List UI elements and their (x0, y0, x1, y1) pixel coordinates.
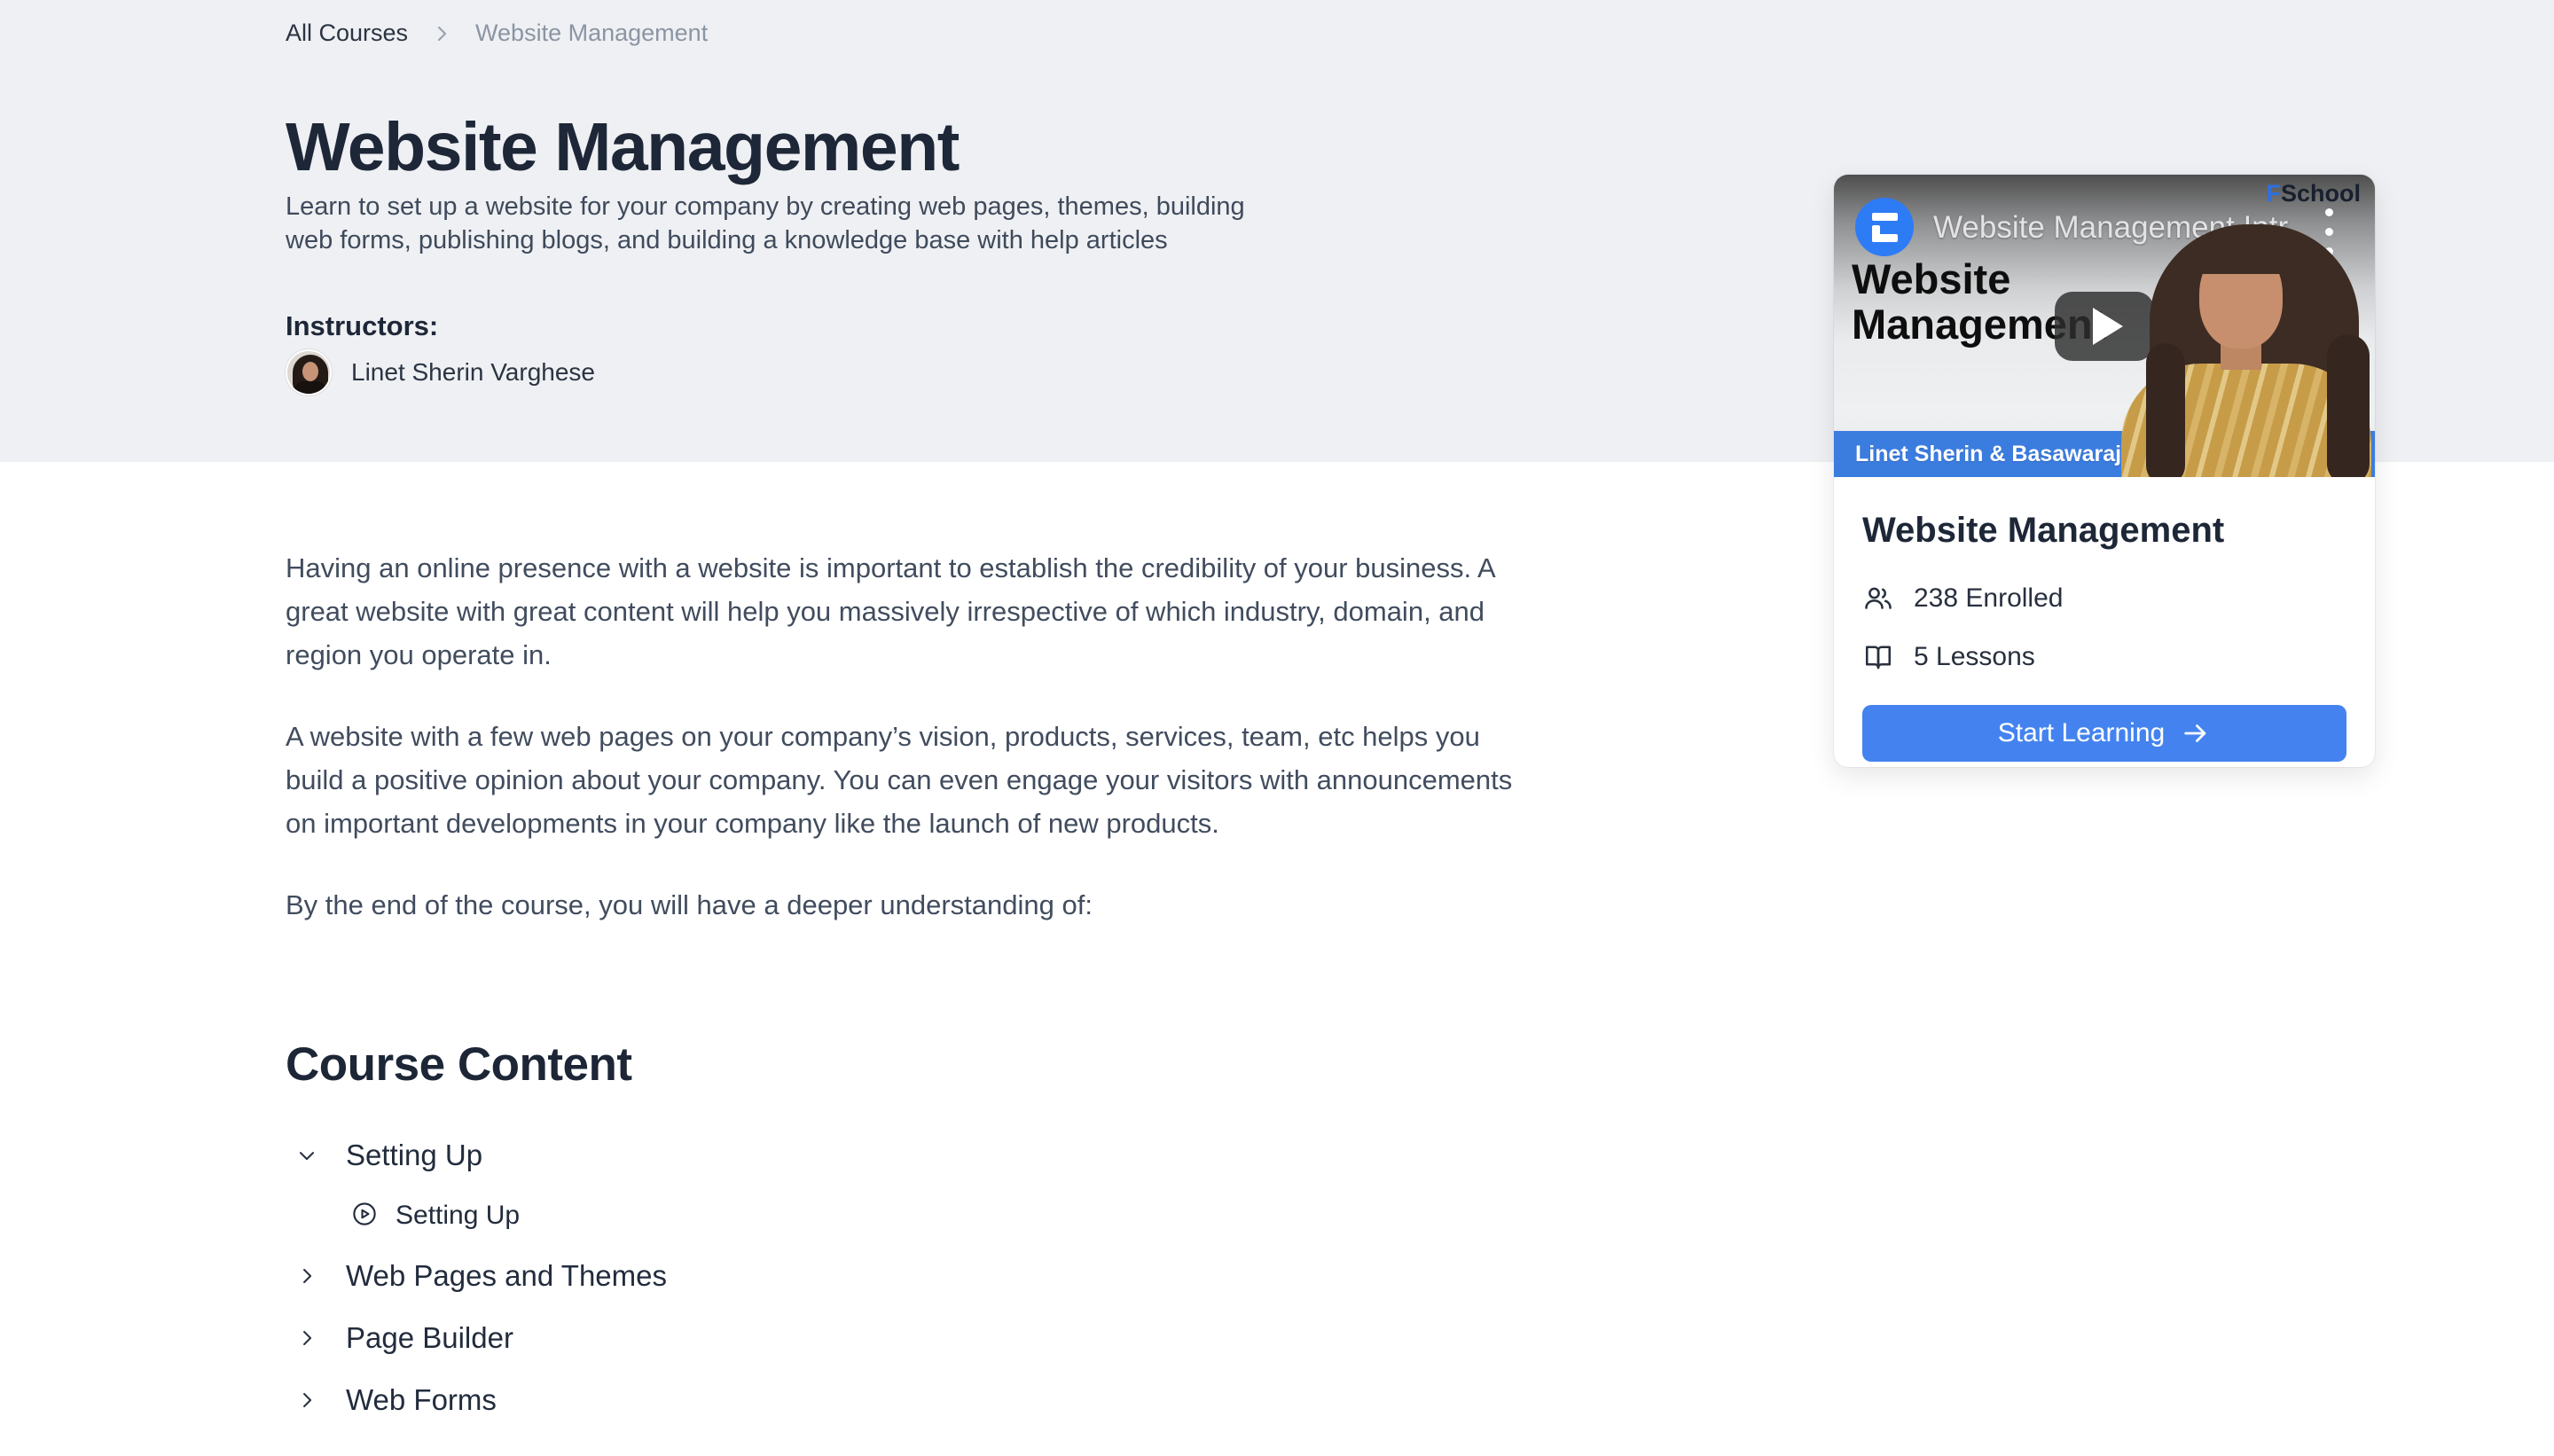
start-learning-label: Start Learning (1998, 718, 2165, 748)
chevron-down-icon (294, 1143, 319, 1168)
lesson-row-setting-up[interactable]: Setting Up (286, 1186, 1616, 1245)
presenter-photo (2109, 175, 2375, 477)
course-card-info: Website Management 238 Enrolled 5 Lesson… (1834, 477, 2375, 762)
course-card-title: Website Management (1862, 511, 2346, 551)
course-content-accordion: Setting Up Setting Up Web Pages and Them… (286, 1124, 1616, 1431)
channel-logo-icon (1855, 198, 1914, 256)
users-icon (1862, 583, 1894, 614)
play-circle-icon (351, 1201, 378, 1232)
section-title: Web Forms (346, 1383, 497, 1417)
section-row-page-builder[interactable]: Page Builder (286, 1307, 1616, 1369)
book-icon (1862, 641, 1894, 673)
chevron-right-icon (294, 1326, 319, 1350)
instructor-avatar (286, 349, 332, 395)
instructor-row: Linet Sherin Varghese (286, 349, 595, 395)
about-section: Having an online presence with a website… (286, 546, 1536, 965)
lesson-title: Setting Up (396, 1201, 520, 1231)
lessons-count: 5 Lessons (1914, 642, 2035, 672)
section-title: Setting Up (346, 1139, 482, 1172)
about-paragraph: By the end of the course, you will have … (286, 883, 1536, 927)
course-card: Website Management Intr... FSchool Websi… (1834, 175, 2375, 767)
enrolled-row: 238 Enrolled (1862, 583, 2346, 614)
section-title: Page Builder (346, 1321, 513, 1355)
arrow-right-icon (2181, 718, 2211, 748)
course-description: Learn to set up a website for your compa… (286, 190, 1274, 257)
breadcrumb-chevron-icon (431, 23, 452, 44)
section-row-web-pages-themes[interactable]: Web Pages and Themes (286, 1245, 1616, 1307)
section-title: Web Pages and Themes (346, 1259, 667, 1293)
video-thumbnail[interactable]: Website Management Intr... FSchool Websi… (1834, 175, 2375, 477)
page-title: Website Management (286, 108, 959, 187)
about-paragraph: A website with a few web pages on your c… (286, 715, 1536, 845)
section-row-setting-up[interactable]: Setting Up (286, 1124, 1616, 1186)
chevron-right-icon (294, 1388, 319, 1413)
section-row-web-forms[interactable]: Web Forms (286, 1369, 1616, 1431)
instructors-label: Instructors: (286, 310, 438, 342)
lessons-row: 5 Lessons (1862, 641, 2346, 673)
instructor-name: Linet Sherin Varghese (351, 358, 595, 387)
breadcrumb-current: Website Management (475, 20, 708, 47)
chevron-right-icon (294, 1264, 319, 1288)
breadcrumb-all-courses-link[interactable]: All Courses (286, 20, 408, 47)
start-learning-button[interactable]: Start Learning (1862, 705, 2346, 762)
breadcrumb: All Courses Website Management (286, 20, 708, 47)
course-content-heading: Course Content (286, 1037, 632, 1092)
enrolled-count: 238 Enrolled (1914, 583, 2063, 614)
about-paragraph: Having an online presence with a website… (286, 546, 1536, 677)
